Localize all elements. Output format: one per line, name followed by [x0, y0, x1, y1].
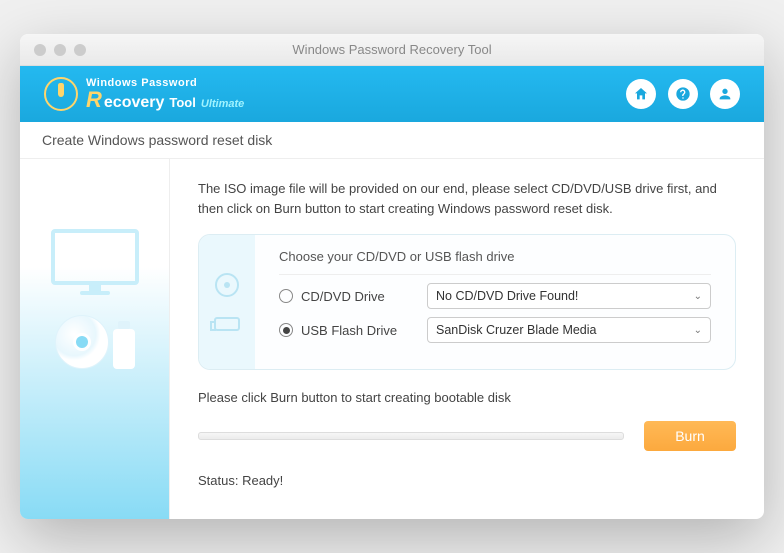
body: The ISO image file will be provided on o…	[20, 159, 764, 519]
progress-bar	[198, 432, 624, 440]
title-bar: Windows Password Recovery Tool	[20, 34, 764, 66]
burn-button[interactable]: Burn	[644, 421, 736, 451]
usb-drive-select[interactable]: SanDisk Cruzer Blade Media ⌄	[427, 317, 711, 343]
cd-radio-indicator	[279, 289, 293, 303]
usb-small-icon	[214, 317, 240, 331]
brand-line2: R ecovery Tool Ultimate	[86, 89, 244, 111]
app-header: Windows Password R ecovery Tool Ultimate	[20, 66, 764, 122]
cd-row: CD/DVD Drive No CD/DVD Drive Found! ⌄	[279, 283, 711, 309]
usb-radio-label: USB Flash Drive	[301, 323, 397, 338]
usb-radio[interactable]: USB Flash Drive	[279, 323, 409, 338]
usb-icon	[113, 329, 135, 369]
instructions-text: The ISO image file will be provided on o…	[198, 179, 736, 218]
brand-edition: Ultimate	[201, 99, 244, 110]
app-window: Windows Password Recovery Tool Windows P…	[20, 34, 764, 519]
user-icon	[717, 86, 733, 102]
question-icon	[675, 86, 691, 102]
brand-tool: Tool	[169, 96, 195, 109]
usb-row: USB Flash Drive SanDisk Cruzer Blade Med…	[279, 317, 711, 343]
progress-row: Burn	[198, 421, 736, 451]
brand-key-icon	[44, 77, 78, 111]
usb-drive-selected: SanDisk Cruzer Blade Media	[436, 323, 597, 337]
user-button[interactable]	[710, 79, 740, 109]
brand-rest: ecovery	[104, 95, 165, 111]
disc-icon	[55, 315, 109, 369]
header-nav	[626, 79, 740, 109]
cd-radio-label: CD/DVD Drive	[301, 289, 385, 304]
chevron-down-icon: ⌄	[694, 291, 702, 302]
choose-label: Choose your CD/DVD or USB flash drive	[279, 249, 711, 275]
status-text: Status: Ready!	[198, 473, 736, 488]
brand-text: Windows Password R ecovery Tool Ultimate	[86, 78, 244, 111]
panel-form-column: Choose your CD/DVD or USB flash drive CD…	[255, 235, 735, 369]
burn-hint: Please click Burn button to start creati…	[198, 390, 736, 405]
cd-icon	[215, 273, 239, 297]
help-button[interactable]	[668, 79, 698, 109]
disc-usb-icon	[55, 315, 135, 369]
brand: Windows Password R ecovery Tool Ultimate	[44, 77, 244, 111]
home-button[interactable]	[626, 79, 656, 109]
panel-icon-column	[199, 235, 255, 369]
brand-line1: Windows Password	[86, 78, 244, 89]
cd-drive-select[interactable]: No CD/DVD Drive Found! ⌄	[427, 283, 711, 309]
monitor-icon	[51, 229, 139, 285]
brand-r: R	[86, 89, 102, 111]
cd-drive-selected: No CD/DVD Drive Found!	[436, 289, 578, 303]
home-icon	[633, 86, 649, 102]
window-title: Windows Password Recovery Tool	[20, 42, 764, 57]
usb-radio-indicator	[279, 323, 293, 337]
chevron-down-icon: ⌄	[694, 325, 702, 336]
drive-select-panel: Choose your CD/DVD or USB flash drive CD…	[198, 234, 736, 370]
main-content: The ISO image file will be provided on o…	[170, 159, 764, 519]
sidebar-illustration	[20, 159, 170, 519]
cd-radio[interactable]: CD/DVD Drive	[279, 289, 409, 304]
page-subtitle: Create Windows password reset disk	[20, 122, 764, 159]
